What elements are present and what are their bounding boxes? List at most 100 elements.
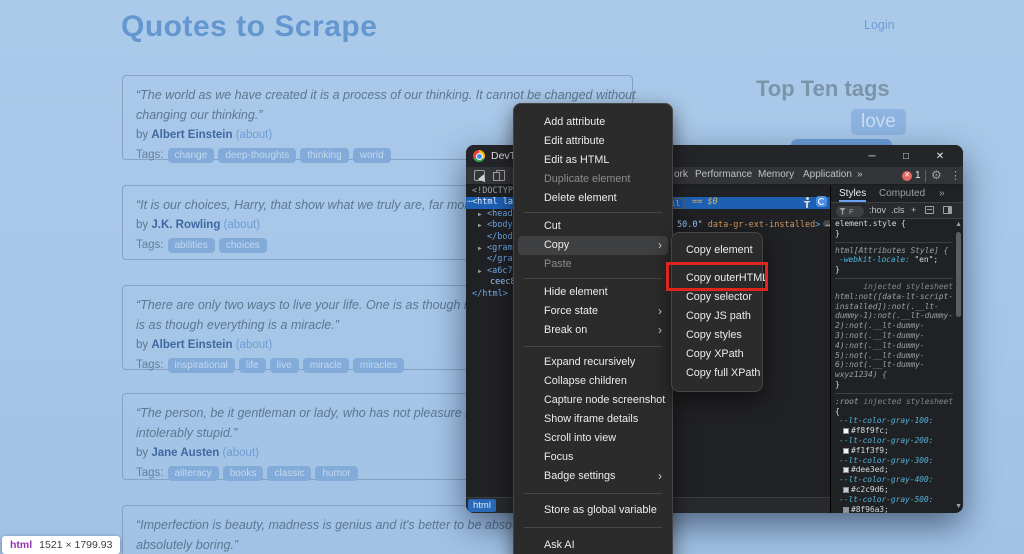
- sidebar-panel-icon[interactable]: [943, 206, 952, 214]
- menu-item-edit-as-html[interactable]: Edit as HTML: [514, 151, 672, 170]
- menu-item-capture-node-screenshot[interactable]: Capture node screenshot: [514, 391, 672, 410]
- submenu-item-copy-styles[interactable]: Copy styles: [672, 326, 762, 345]
- css-var-value[interactable]: #c2c9d6;: [835, 485, 953, 495]
- extension-badge-icon[interactable]: [816, 196, 827, 207]
- css-var-value[interactable]: #dee3ed;: [835, 465, 953, 475]
- close-icon[interactable]: ✕: [923, 145, 957, 167]
- author-link[interactable]: Albert Einstein: [151, 339, 232, 351]
- menu-item-badge-settings[interactable]: Badge settings›: [514, 467, 672, 486]
- submenu-item-copy-element[interactable]: Copy element: [672, 241, 762, 260]
- tag-link[interactable]: deep-thoughts: [218, 148, 296, 163]
- new-rule-button[interactable]: +: [911, 205, 916, 215]
- menu-item-show-iframe-details[interactable]: Show iframe details: [514, 410, 672, 429]
- css-var-name[interactable]: --lt-color-gray-200:: [835, 436, 953, 446]
- css-var-value[interactable]: #f1f3f9;: [835, 446, 953, 456]
- rule-webkit-locale[interactable]: -webkit-locale: "en";: [835, 255, 953, 265]
- color-swatch[interactable]: [843, 467, 849, 473]
- inspect-element-icon[interactable]: [474, 170, 485, 181]
- expand-arrow-icon[interactable]: ▶: [478, 243, 482, 254]
- minimize-icon[interactable]: ─: [855, 145, 889, 167]
- menu-item-break-on[interactable]: Break on›: [514, 321, 672, 340]
- about-link[interactable]: (about): [224, 219, 260, 231]
- styles-scrollbar-thumb[interactable]: [956, 232, 961, 317]
- menu-item-edit-attribute[interactable]: Edit attribute: [514, 132, 672, 151]
- author-link[interactable]: Albert Einstein: [151, 129, 232, 141]
- about-link[interactable]: (about): [236, 339, 272, 351]
- color-swatch[interactable]: [843, 448, 849, 454]
- rendering-icon[interactable]: [925, 206, 934, 214]
- ellipsis-expander[interactable]: …: [823, 220, 830, 227]
- menu-item-hide-element[interactable]: Hide element: [514, 283, 672, 302]
- menu-item-copy[interactable]: Copy›: [518, 236, 668, 255]
- css-var-name[interactable]: --lt-color-gray-300:: [835, 456, 953, 466]
- css-var-name[interactable]: --lt-color-gray-400:: [835, 475, 953, 485]
- tag-link[interactable]: aliteracy: [168, 466, 219, 481]
- rule-element-style[interactable]: element.style {: [835, 219, 953, 229]
- tag-link[interactable]: abilities: [168, 238, 215, 253]
- tag-link[interactable]: humor: [315, 466, 357, 481]
- menu-item-scroll-into-view[interactable]: Scroll into view: [514, 429, 672, 448]
- menu-item-force-state[interactable]: Force state›: [514, 302, 672, 321]
- error-badge-icon[interactable]: ✕: [902, 171, 912, 181]
- accessibility-person-icon[interactable]: [802, 197, 812, 208]
- tag-link[interactable]: miracle: [303, 358, 349, 373]
- tab-styles[interactable]: Styles: [839, 188, 866, 202]
- breadcrumb-html[interactable]: html: [468, 499, 496, 512]
- submenu-item-copy-xpath[interactable]: Copy XPath: [672, 345, 762, 364]
- tag-link[interactable]: world: [353, 148, 391, 163]
- expand-arrow-icon[interactable]: ▶: [478, 209, 482, 220]
- tag-link-love[interactable]: love: [851, 109, 906, 135]
- tag-link[interactable]: live: [270, 358, 299, 373]
- menu-item-delete-element[interactable]: Delete element: [514, 189, 672, 208]
- settings-gear-icon[interactable]: ⚙: [931, 168, 942, 182]
- author-link[interactable]: J.K. Rowling: [151, 219, 220, 231]
- expand-arrow-icon[interactable]: ▶: [478, 266, 482, 277]
- expand-arrow-icon[interactable]: ▶: [478, 220, 482, 231]
- styles-more-tabs-icon[interactable]: »: [939, 188, 945, 199]
- rule-root[interactable]: :rootinjected stylesheet: [835, 397, 953, 407]
- css-var-value[interactable]: #8f96a3;: [835, 505, 953, 513]
- menu-item-add-attribute[interactable]: Add attribute: [514, 113, 672, 132]
- tag-link[interactable]: thinking: [300, 148, 348, 163]
- tab-application[interactable]: Application: [803, 169, 852, 180]
- css-var-name[interactable]: --lt-color-gray-500:: [835, 495, 953, 505]
- tag-link[interactable]: miracles: [353, 358, 404, 373]
- tag-link[interactable]: books: [223, 466, 264, 481]
- login-link[interactable]: Login: [864, 18, 895, 32]
- kebab-menu-icon[interactable]: ⋮: [950, 169, 961, 182]
- tag-link[interactable]: life: [239, 358, 266, 373]
- tag-link[interactable]: change: [168, 148, 215, 163]
- tab-network-fragment[interactable]: ork: [674, 169, 688, 180]
- menu-item-ask-ai[interactable]: Ask AI: [514, 536, 672, 554]
- submenu-item-copy-js-path[interactable]: Copy JS path: [672, 307, 762, 326]
- color-swatch[interactable]: [843, 428, 849, 434]
- tab-performance[interactable]: Performance: [695, 169, 752, 180]
- menu-item-collapse-children[interactable]: Collapse children: [514, 372, 672, 391]
- tag-link[interactable]: choices: [219, 238, 267, 253]
- css-var-value[interactable]: #f8f9fc;: [835, 426, 953, 436]
- about-link[interactable]: (about): [223, 447, 259, 459]
- styles-filter-input[interactable]: F: [836, 206, 864, 217]
- tab-computed[interactable]: Computed: [879, 188, 925, 199]
- tag-link[interactable]: inspirational: [168, 358, 235, 373]
- more-tabs-icon[interactable]: »: [857, 169, 863, 180]
- maximize-icon[interactable]: □: [889, 145, 923, 167]
- menu-item-cut[interactable]: Cut: [514, 217, 672, 236]
- css-var-name[interactable]: --lt-color-gray-100:: [835, 416, 953, 426]
- tab-memory[interactable]: Memory: [758, 169, 794, 180]
- scroll-down-icon[interactable]: ▼: [955, 503, 962, 510]
- dom-more-dots-icon[interactable]: ⋯: [467, 197, 471, 208]
- cls-toggle[interactable]: .cls: [891, 205, 905, 215]
- menu-item-focus[interactable]: Focus: [514, 448, 672, 467]
- color-swatch[interactable]: [843, 487, 849, 493]
- submenu-item-copy-full-xpath[interactable]: Copy full XPath: [672, 364, 762, 383]
- menu-item-store-as-global-variable[interactable]: Store as global variable: [514, 501, 672, 520]
- about-link[interactable]: (about): [236, 129, 272, 141]
- hov-toggle[interactable]: :hov: [869, 205, 886, 215]
- color-swatch[interactable]: [843, 507, 849, 513]
- device-toolbar-icon[interactable]: [496, 170, 505, 181]
- tag-link[interactable]: classic: [267, 466, 311, 481]
- rule-attr-selector[interactable]: html[Attributes Style] {: [835, 246, 953, 256]
- menu-item-expand-recursively[interactable]: Expand recursively: [514, 353, 672, 372]
- scroll-up-icon[interactable]: ▲: [955, 221, 962, 228]
